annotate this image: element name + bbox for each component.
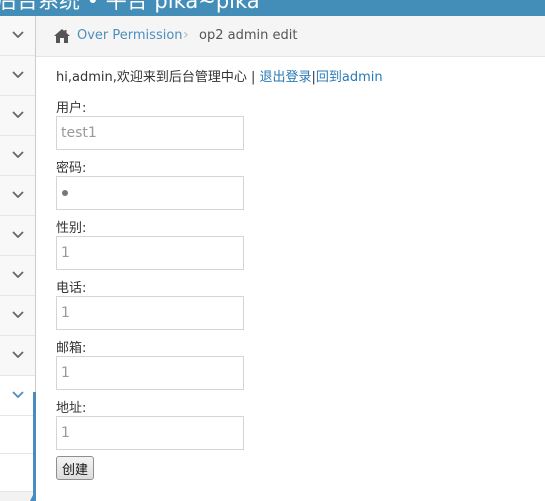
chevron-down-icon (12, 271, 24, 279)
sidebar (0, 16, 36, 501)
chevron-down-icon (12, 311, 24, 319)
breadcrumb-home-link[interactable]: Over Permission (77, 28, 183, 43)
password-label: 密码: (56, 161, 87, 176)
sidebar-subitem-2[interactable] (0, 454, 33, 492)
chevron-down-icon (12, 71, 24, 79)
welcome-text: hi,admin,欢迎来到后台管理中心 | (56, 70, 260, 85)
sidebar-item-8[interactable] (0, 296, 35, 336)
breadcrumb-separator: › (183, 27, 189, 43)
email-input[interactable] (56, 356, 244, 390)
password-input[interactable] (56, 176, 244, 210)
sidebar-item-9[interactable] (0, 336, 35, 376)
sidebar-item-1[interactable] (0, 16, 35, 56)
logout-link[interactable]: 退出登录 (260, 70, 312, 85)
breadcrumb: Over Permission › op2 admin edit (36, 16, 545, 57)
chevron-down-icon (12, 151, 24, 159)
sidebar-item-7[interactable] (0, 256, 35, 296)
top-navbar: 后台系统 • 平台 pika~pika (0, 0, 545, 16)
gender-label: 性别: (56, 221, 87, 236)
create-button[interactable]: 创建 (56, 456, 95, 480)
sidebar-item-2[interactable] (0, 56, 35, 96)
chevron-down-icon (12, 391, 24, 399)
sidebar-item-3[interactable] (0, 96, 35, 136)
home-icon[interactable] (53, 28, 71, 44)
chevron-down-icon (12, 31, 24, 39)
phone-label: 电话: (56, 281, 87, 296)
back-to-admin-link[interactable]: 回到admin (316, 70, 383, 85)
chevron-down-icon (12, 191, 24, 199)
address-label: 地址: (56, 401, 87, 416)
username-input[interactable] (56, 116, 244, 150)
brand-title[interactable]: 后台系统 • 平台 pika~pika (0, 0, 260, 13)
chevron-down-icon (12, 351, 24, 359)
sidebar-item-4[interactable] (0, 136, 35, 176)
active-indicator (33, 392, 36, 501)
welcome-line: hi,admin,欢迎来到后台管理中心 | 退出登录|回到admin (56, 66, 383, 85)
chevron-down-icon (12, 111, 24, 119)
sidebar-corner (30, 489, 36, 501)
phone-input[interactable] (56, 296, 244, 330)
sidebar-subitem-1[interactable] (0, 416, 33, 454)
chevron-down-icon (12, 231, 24, 239)
gender-input[interactable] (56, 236, 244, 270)
sidebar-item-6[interactable] (0, 216, 35, 256)
address-input[interactable] (56, 416, 244, 450)
username-label: 用户: (56, 101, 87, 116)
password-mask (62, 190, 68, 196)
sidebar-item-5[interactable] (0, 176, 35, 216)
email-label: 邮箱: (56, 341, 87, 356)
sidebar-item-active[interactable] (0, 376, 35, 416)
breadcrumb-current: op2 admin edit (199, 28, 298, 43)
